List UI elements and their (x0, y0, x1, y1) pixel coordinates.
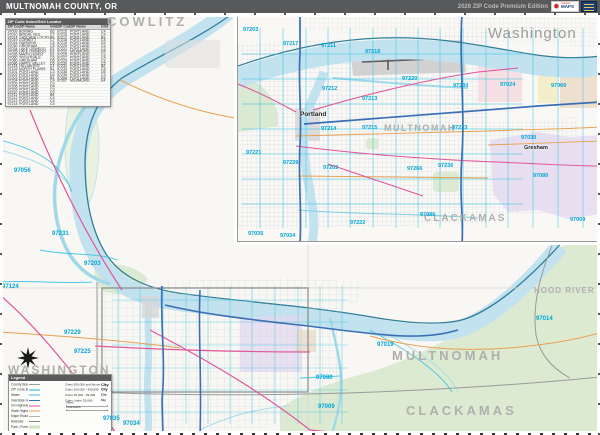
edition-badge (581, 1, 597, 12)
legend-swatch (29, 384, 40, 385)
column-header: Grid (101, 25, 108, 29)
logo-star-icon: ✹ (553, 3, 560, 11)
legend-swatch (29, 400, 40, 401)
scale-bar: Kilometers (66, 410, 108, 412)
legend-swatch (29, 389, 40, 390)
frame-top (0, 13, 600, 17)
legend-symbols: County BoundaryZIP Code BoundaryWaterInt… (11, 382, 40, 432)
inset-map-frame (234, 13, 600, 245)
city-sample: City (101, 388, 108, 392)
zip-code-wall-map: COWLITZWASHINGTONMULTNOMAHCLACKAMASHOOD … (0, 0, 600, 435)
legend-cities: Cities 500,000 and AboveCityCities 100,0… (65, 382, 112, 432)
legend-item: Park / Forest (11, 424, 40, 429)
table-row: 97214PORTLANDC4 (6, 102, 110, 105)
legend-swatch (29, 416, 40, 417)
column-header: ZIP Code (6, 25, 19, 29)
city-sample: City (101, 399, 106, 402)
edition-label: 2026 ZIP Code Premium Edition (458, 4, 548, 10)
map-title: MULTNOMAH COUNTY, OR (6, 2, 117, 11)
compass-rose (17, 347, 39, 369)
column-header: ZIP Name (70, 25, 101, 29)
zip-index-table: ZIP Code Index/Grid Locator ZIP CodeZIP … (5, 18, 111, 107)
urban-vancouver (165, 40, 220, 68)
city-sample: City (101, 382, 109, 387)
zip-index-rows: 97009BORINGE697215PORTLANDC497010BRIDAL … (6, 30, 110, 106)
column-header: ZIP Name (19, 25, 50, 29)
map-legend: Legend County BoundaryZIP Code BoundaryW… (8, 374, 112, 432)
frame-bottom (0, 431, 600, 435)
legend-swatch (29, 426, 40, 429)
column-header: Grid (50, 25, 57, 29)
legend-swatch (29, 411, 40, 412)
frame-left (0, 13, 3, 435)
city-sample: City (101, 394, 107, 397)
inset-map (237, 13, 600, 242)
publisher-logo: ✹ market MAPS (551, 1, 579, 12)
legend-swatch (29, 421, 40, 422)
legend-swatch (29, 394, 40, 396)
title-banner: MULTNOMAH COUNTY, OR 2026 ZIP Code Premi… (0, 0, 600, 13)
column-header: ZIP Code (57, 25, 70, 29)
legend-swatch (29, 405, 40, 406)
logo-maps-text: MAPS (561, 5, 579, 10)
